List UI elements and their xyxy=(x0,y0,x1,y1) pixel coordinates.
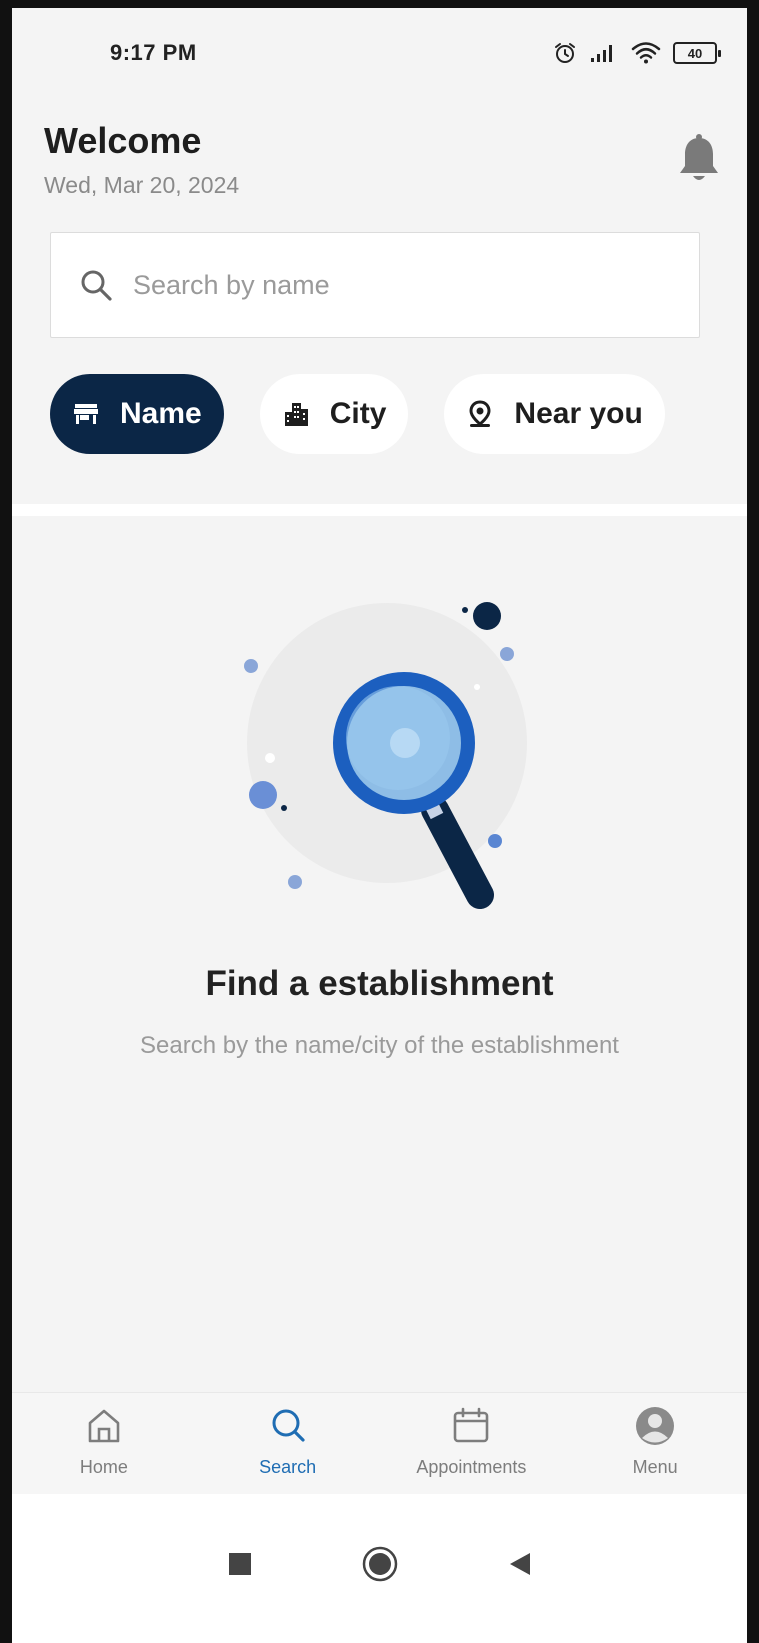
home-icon xyxy=(88,1409,120,1443)
wifi-icon xyxy=(631,42,661,64)
status-time: 9:17 PM xyxy=(110,40,197,65)
filter-chip-label: Near you xyxy=(514,397,643,430)
circle-icon xyxy=(362,1546,397,1581)
search-icon xyxy=(81,270,112,301)
page-title: Welcome xyxy=(44,120,202,161)
square-icon xyxy=(228,1552,251,1575)
status-icons: 40 xyxy=(553,38,721,68)
filter-chip-label: Name xyxy=(120,397,202,430)
search-box[interactable] xyxy=(50,232,700,338)
bell-icon[interactable] xyxy=(675,132,723,188)
alarm-icon xyxy=(555,43,575,63)
battery-icon: 40 xyxy=(673,42,721,64)
status-bar: 9:17 PM 40 xyxy=(12,8,747,92)
profile-icon xyxy=(636,1407,675,1445)
empty-state-title: Find a establishment xyxy=(205,964,554,1003)
triangle-back-icon xyxy=(509,1552,530,1575)
filter-chip-name[interactable]: Name xyxy=(50,374,224,454)
nav-label: Home xyxy=(79,1457,128,1477)
nav-label: Menu xyxy=(632,1457,678,1477)
phone-frame: 9:17 PM 40 Welcome Wed, Mar 20, 2024 Sea… xyxy=(0,0,759,1643)
signal-icon xyxy=(591,45,612,62)
filter-chip-near-you[interactable]: Near you xyxy=(444,374,665,454)
nav-label: Appointments xyxy=(416,1457,527,1477)
filter-chips: Name City Near you xyxy=(50,374,665,454)
search-icon xyxy=(272,1409,305,1442)
filter-chip-label: City xyxy=(329,397,387,430)
calendar-icon xyxy=(454,1407,489,1443)
section-divider xyxy=(12,504,747,516)
search-input[interactable] xyxy=(133,269,653,301)
magnifier-illustration xyxy=(244,602,527,909)
system-nav-bar xyxy=(12,1494,747,1643)
current-date: Wed, Mar 20, 2024 xyxy=(44,172,240,198)
home-button[interactable] xyxy=(360,1544,400,1584)
location-pin-icon xyxy=(469,400,491,427)
store-icon xyxy=(74,404,98,424)
nav-item-menu[interactable]: Menu xyxy=(563,1393,747,1494)
screen: 9:17 PM 40 Welcome Wed, Mar 20, 2024 Sea… xyxy=(12,8,747,1643)
recents-button[interactable] xyxy=(220,1544,260,1584)
back-button[interactable] xyxy=(500,1544,540,1584)
filter-chip-city[interactable]: City xyxy=(259,374,409,454)
nav-item-appointments[interactable]: Appointments xyxy=(380,1393,564,1494)
bottom-nav: Home Search Appointments Menu xyxy=(12,1392,747,1494)
nav-label: Search xyxy=(259,1457,317,1477)
nav-item-search[interactable]: Search xyxy=(196,1393,380,1494)
battery-level: 40 xyxy=(687,45,703,61)
nav-item-home[interactable]: Home xyxy=(12,1393,196,1494)
empty-state-subtitle: Search by the name/city of the establish… xyxy=(140,1032,619,1059)
city-icon xyxy=(284,403,308,426)
